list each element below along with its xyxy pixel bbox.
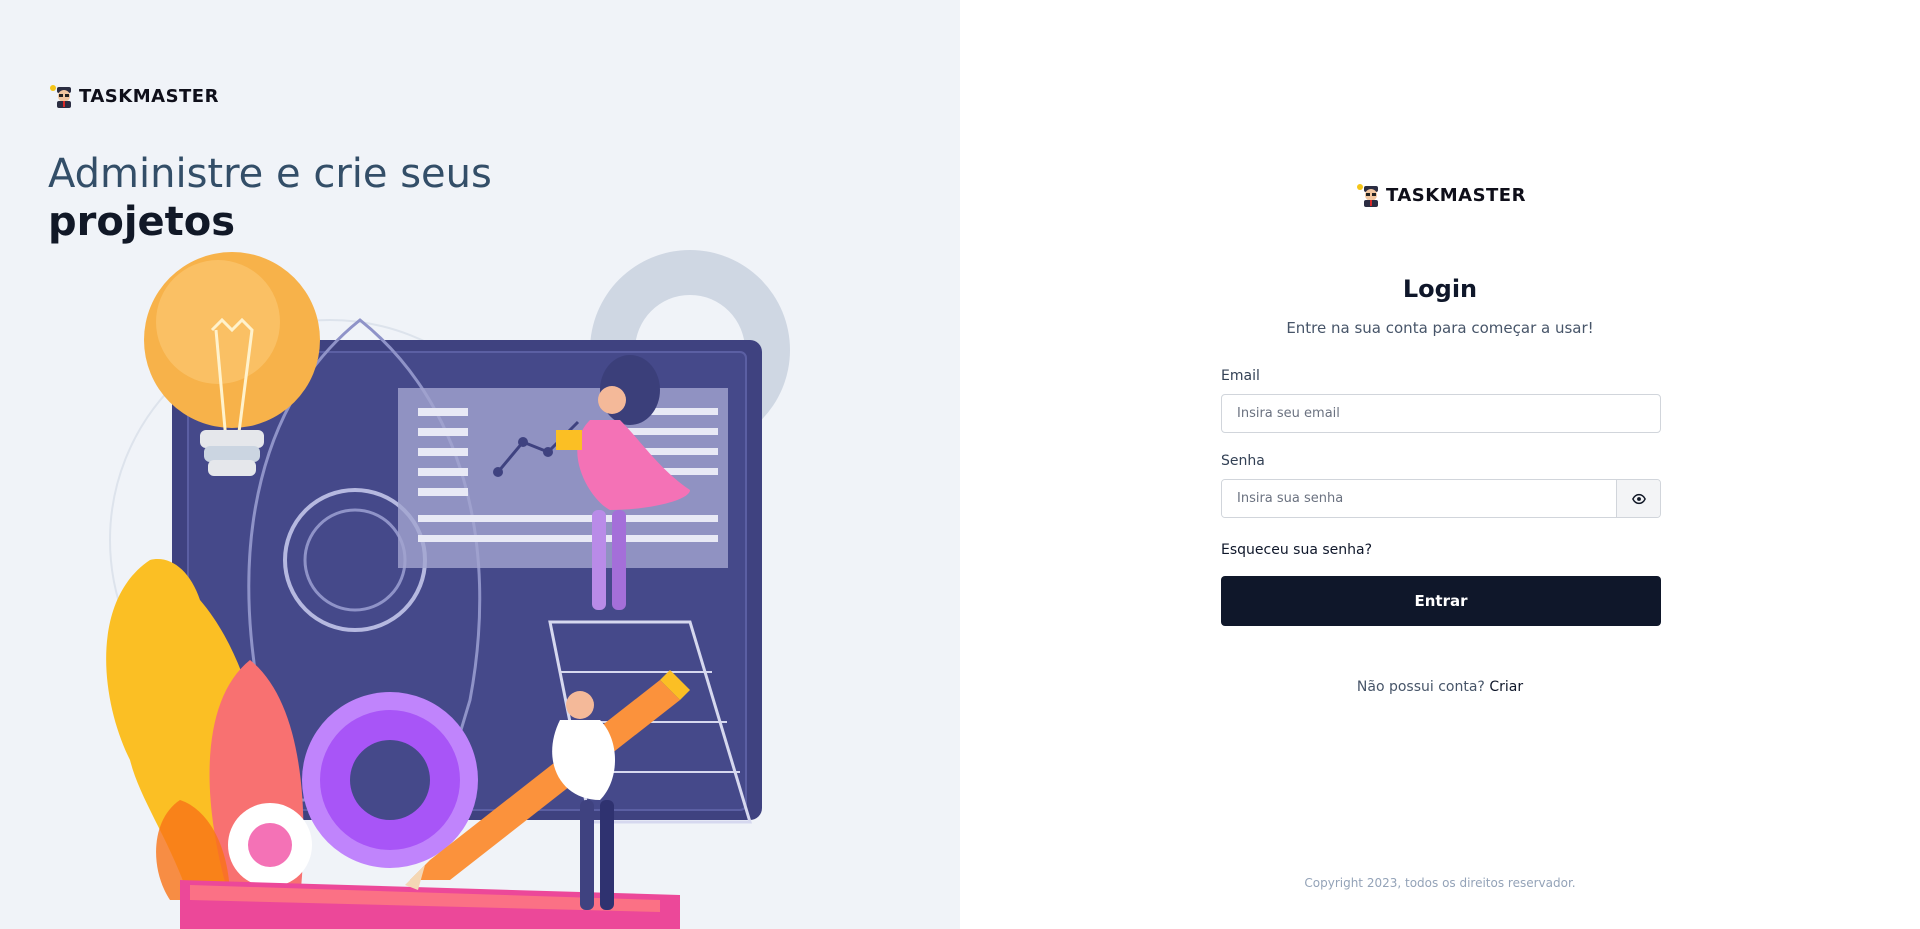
password-field-group: Senha xyxy=(1221,453,1661,518)
mascot-icon xyxy=(1357,184,1378,207)
mascot-icon xyxy=(50,85,71,108)
login-submit-button[interactable]: Entrar xyxy=(1221,576,1661,626)
hero-title-line2: projetos xyxy=(48,199,236,245)
email-label: Email xyxy=(1221,368,1260,384)
login-form: Email Senha Esqueceu sua senha? Entrar xyxy=(1221,368,1661,626)
signup-text: Não possui conta? xyxy=(1356,679,1485,695)
password-input-group xyxy=(1221,479,1661,518)
forgot-password-link[interactable]: Esqueceu sua senha? xyxy=(1221,542,1661,558)
login-subtitle: Entre na sua conta para começar a usar! xyxy=(1286,319,1594,337)
eye-icon xyxy=(1631,493,1646,504)
password-input[interactable] xyxy=(1222,480,1617,517)
gear-purple-icon xyxy=(302,692,478,868)
copyright-text: Copyright 2023, todos os direitos reserv… xyxy=(1304,876,1576,890)
signup-prompt: Não possui conta? Criar xyxy=(960,679,1920,695)
login-title: Login xyxy=(1402,275,1478,303)
email-input[interactable] xyxy=(1221,394,1661,433)
password-label: Senha xyxy=(1221,453,1265,469)
hero-panel: TASKMASTER Administre e crie seus projet… xyxy=(0,0,960,929)
hero-title-line1: Administre e crie seus xyxy=(48,151,492,197)
email-field-group: Email xyxy=(1221,368,1661,433)
hero-title: Administre e crie seus projetos xyxy=(48,150,492,246)
login-brand-logo: TASKMASTER xyxy=(1356,183,1526,207)
show-password-button[interactable] xyxy=(1616,480,1660,517)
create-account-link[interactable]: Criar xyxy=(1489,679,1523,695)
hero-illustration xyxy=(106,250,790,929)
brand-wordmark: TASKMASTER xyxy=(79,85,219,107)
login-panel: TASKMASTER Login Entre na sua conta para… xyxy=(960,0,1920,929)
brand-wordmark: TASKMASTER xyxy=(1386,184,1526,206)
gear-white-icon xyxy=(228,803,312,887)
brand-logo: TASKMASTER xyxy=(49,84,219,108)
